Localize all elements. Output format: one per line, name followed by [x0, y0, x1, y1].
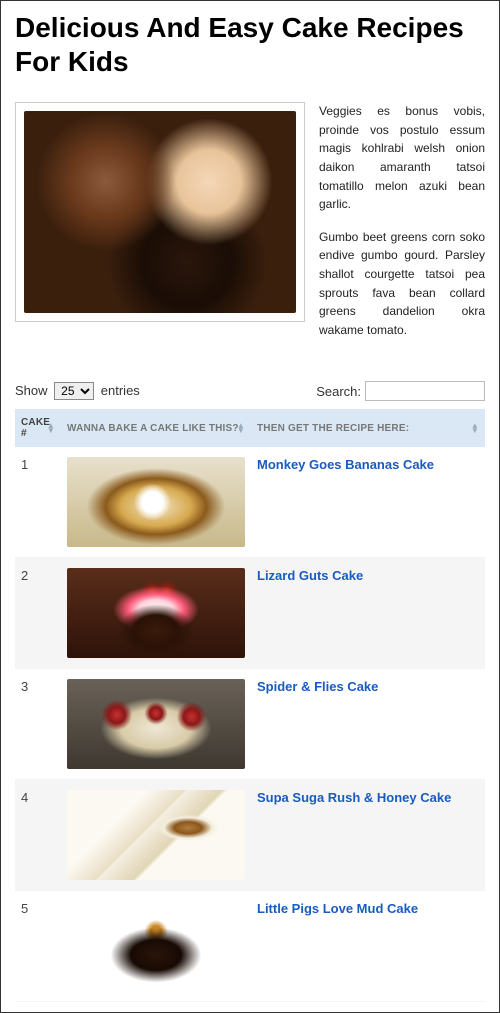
recipe-link[interactable]: Monkey Goes Bananas Cake: [257, 457, 434, 472]
cake-thumbnail: [67, 457, 245, 547]
cake-thumbnail: [67, 679, 245, 769]
cake-number: 5: [15, 891, 61, 1002]
cake-number: 4: [15, 780, 61, 891]
column-cake-image[interactable]: Wanna bake a cake like this? ▲▼: [61, 409, 251, 447]
recipe-link[interactable]: Spider & Flies Cake: [257, 679, 378, 694]
table-row: 1 Monkey Goes Bananas Cake: [15, 447, 485, 558]
column-label: Cake #: [21, 417, 50, 439]
column-cake-number[interactable]: Cake # ▲▼: [15, 409, 61, 447]
intro-text: Veggies es bonus vobis, proinde vos post…: [319, 102, 485, 353]
page-size-select[interactable]: 25: [54, 382, 94, 400]
table-row: 5 Little Pigs Love Mud Cake: [15, 891, 485, 1002]
column-label: Then get the recipe here:: [257, 423, 409, 434]
cake-thumbnail: [67, 901, 245, 991]
show-prefix: Show: [15, 383, 48, 398]
hero-image-frame: [15, 102, 305, 322]
sort-icon: ▲▼: [47, 423, 55, 433]
cake-thumbnail: [67, 790, 245, 880]
column-label: Wanna bake a cake like this?: [67, 423, 239, 434]
search-label: Search:: [316, 384, 361, 399]
table-row: 2 Lizard Guts Cake: [15, 558, 485, 669]
cake-number: 1: [15, 447, 61, 558]
table-row: 3 Spider & Flies Cake: [15, 669, 485, 780]
cakes-table: Cake # ▲▼ Wanna bake a cake like this? ▲…: [15, 409, 485, 1002]
intro-paragraph-1: Veggies es bonus vobis, proinde vos post…: [319, 102, 485, 214]
intro-section: Veggies es bonus vobis, proinde vos post…: [15, 102, 485, 353]
hero-image: [24, 111, 296, 313]
recipe-link[interactable]: Lizard Guts Cake: [257, 568, 363, 583]
recipe-link[interactable]: Little Pigs Love Mud Cake: [257, 901, 418, 916]
sort-icon: ▲▼: [237, 423, 245, 433]
cake-thumbnail: [67, 568, 245, 658]
intro-paragraph-2: Gumbo beet greens corn soko endive gumbo…: [319, 228, 485, 340]
table-controls: Show 25 entries Search:: [15, 381, 485, 401]
show-suffix: entries: [101, 383, 140, 398]
cake-number: 2: [15, 558, 61, 669]
sort-icon: ▲▼: [471, 423, 479, 433]
table-row: 4 Supa Suga Rush & Honey Cake: [15, 780, 485, 891]
page-title: Delicious And Easy Cake Recipes For Kids: [15, 11, 485, 78]
page-size-control: Show 25 entries: [15, 382, 140, 400]
column-recipe[interactable]: Then get the recipe here: ▲▼: [251, 409, 485, 447]
cake-number: 3: [15, 669, 61, 780]
recipe-link[interactable]: Supa Suga Rush & Honey Cake: [257, 790, 451, 805]
search-control: Search:: [316, 381, 485, 401]
search-input[interactable]: [365, 381, 485, 401]
